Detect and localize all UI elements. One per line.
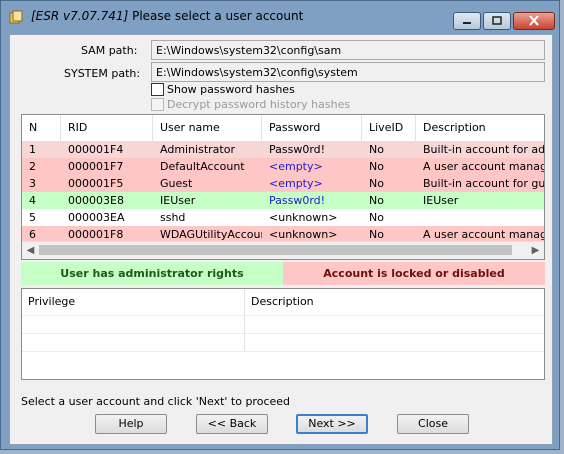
decrypt-history-checkbox bbox=[151, 98, 164, 111]
app-icon bbox=[9, 10, 23, 24]
cell-n: 2 bbox=[29, 160, 36, 173]
cell-user-name: Guest bbox=[160, 177, 193, 190]
cell-user-name: Administrator bbox=[160, 143, 235, 156]
accounts-header: N RID User name Password LiveID Descript… bbox=[22, 115, 544, 142]
cell-user-name: DefaultAccount bbox=[160, 160, 245, 173]
accounts-list[interactable]: N RID User name Password LiveID Descript… bbox=[21, 114, 545, 260]
table-row[interactable]: 1 000001F4 Administrator Passw0rd! No Bu… bbox=[22, 141, 545, 158]
horizontal-scrollbar[interactable]: ◀ ▶ bbox=[22, 241, 544, 259]
maximize-button[interactable] bbox=[483, 12, 511, 30]
cell-n: 3 bbox=[29, 177, 36, 190]
legend-admin-rights: User has administrator rights bbox=[21, 262, 283, 285]
cell-rid: 000001F4 bbox=[68, 143, 124, 156]
cell-rid: 000001F5 bbox=[68, 177, 124, 190]
dialog-client: SAM path: E:\Windows\system32\config\sam… bbox=[9, 34, 553, 445]
cell-liveid: No bbox=[369, 177, 384, 190]
maximize-icon bbox=[492, 16, 502, 25]
next-button[interactable]: Next >> bbox=[296, 414, 368, 434]
scroll-thumb[interactable] bbox=[39, 245, 512, 255]
column-header-user-name[interactable]: User name bbox=[153, 115, 262, 141]
show-hashes-label[interactable]: Show password hashes bbox=[167, 83, 295, 96]
cell-description: IEUser bbox=[423, 194, 459, 207]
cell-description: A user account managed bbox=[423, 160, 544, 173]
sam-path-label: SAM path: bbox=[81, 44, 138, 57]
system-path-label: SYSTEM path: bbox=[64, 67, 141, 80]
title-version: [ESR v7.07.741] bbox=[31, 9, 129, 23]
cell-liveid: No bbox=[369, 194, 384, 207]
cell-user-name: sshd bbox=[160, 211, 186, 224]
row-divider bbox=[22, 315, 544, 316]
cell-liveid: No bbox=[369, 211, 384, 224]
column-header-privilege[interactable]: Privilege bbox=[22, 289, 244, 315]
row-divider bbox=[22, 333, 544, 334]
column-header-password[interactable]: Password bbox=[262, 115, 362, 141]
cell-password: Passw0rd! bbox=[269, 143, 326, 156]
minimize-button[interactable] bbox=[453, 12, 481, 30]
row-divider bbox=[22, 351, 544, 352]
table-row[interactable]: 4 000003E8 IEUser Passw0rd! No IEUser bbox=[22, 192, 544, 209]
cell-n: 1 bbox=[29, 143, 36, 156]
cell-description bbox=[416, 209, 544, 226]
cell-description: Built-in account for admir bbox=[423, 143, 545, 156]
show-hashes-checkbox[interactable] bbox=[151, 83, 164, 96]
close-window-button[interactable] bbox=[513, 12, 555, 30]
cell-rid: 000001F7 bbox=[68, 160, 124, 173]
status-text: Select a user account and click 'Next' t… bbox=[21, 395, 291, 408]
cell-n: 5 bbox=[29, 211, 36, 224]
back-button[interactable]: << Back bbox=[196, 414, 268, 434]
close-button[interactable]: Close bbox=[397, 414, 469, 434]
legend-locked-disabled: Account is locked or disabled bbox=[283, 262, 545, 285]
help-button[interactable]: Help bbox=[95, 414, 167, 434]
column-header-liveid[interactable]: LiveID bbox=[362, 115, 416, 141]
window-title: [ESR v7.07.741] Please select a user acc… bbox=[31, 9, 303, 23]
column-header-privilege-description[interactable]: Description bbox=[245, 289, 544, 315]
title-bar[interactable]: [ESR v7.07.741] Please select a user acc… bbox=[1, 1, 559, 31]
decrypt-history-label: Decrypt password history hashes bbox=[167, 98, 351, 111]
system-path-field[interactable]: E:\Windows\system32\config\system bbox=[151, 62, 545, 82]
column-header-rid[interactable]: RID bbox=[61, 115, 153, 141]
close-icon bbox=[529, 15, 539, 26]
table-row[interactable]: 3 000001F5 Guest <empty> No Built-in acc… bbox=[22, 175, 545, 192]
sam-path-field[interactable]: E:\Windows\system32\config\sam bbox=[151, 40, 545, 60]
column-divider bbox=[244, 289, 245, 351]
cell-liveid: No bbox=[369, 160, 384, 173]
cell-liveid: No bbox=[369, 143, 384, 156]
table-row[interactable]: 5 000003EA sshd <unknown> No bbox=[22, 209, 544, 226]
cell-rid: 000003EA bbox=[68, 211, 125, 224]
cell-password: <empty> bbox=[269, 177, 323, 190]
cell-user-name: IEUser bbox=[160, 194, 196, 207]
scroll-right-icon[interactable]: ▶ bbox=[527, 242, 544, 259]
cell-password: Passw0rd! bbox=[269, 194, 326, 207]
cell-description: Built-in account for guest bbox=[423, 177, 545, 190]
cell-rid: 000003E8 bbox=[68, 194, 124, 207]
scroll-left-icon[interactable]: ◀ bbox=[22, 242, 39, 259]
cell-password: <unknown> bbox=[269, 211, 338, 224]
cell-n: 4 bbox=[29, 194, 36, 207]
title-message: Please select a user account bbox=[132, 9, 304, 23]
minimize-icon bbox=[463, 22, 471, 24]
app-window: [ESR v7.07.741] Please select a user acc… bbox=[0, 0, 560, 450]
privileges-list[interactable]: Privilege Description bbox=[21, 288, 545, 380]
cell-password: <empty> bbox=[269, 160, 323, 173]
table-row[interactable]: 2 000001F7 DefaultAccount <empty> No A u… bbox=[22, 158, 544, 175]
column-header-n[interactable]: N bbox=[22, 115, 61, 141]
column-header-description[interactable]: Description bbox=[416, 115, 544, 141]
